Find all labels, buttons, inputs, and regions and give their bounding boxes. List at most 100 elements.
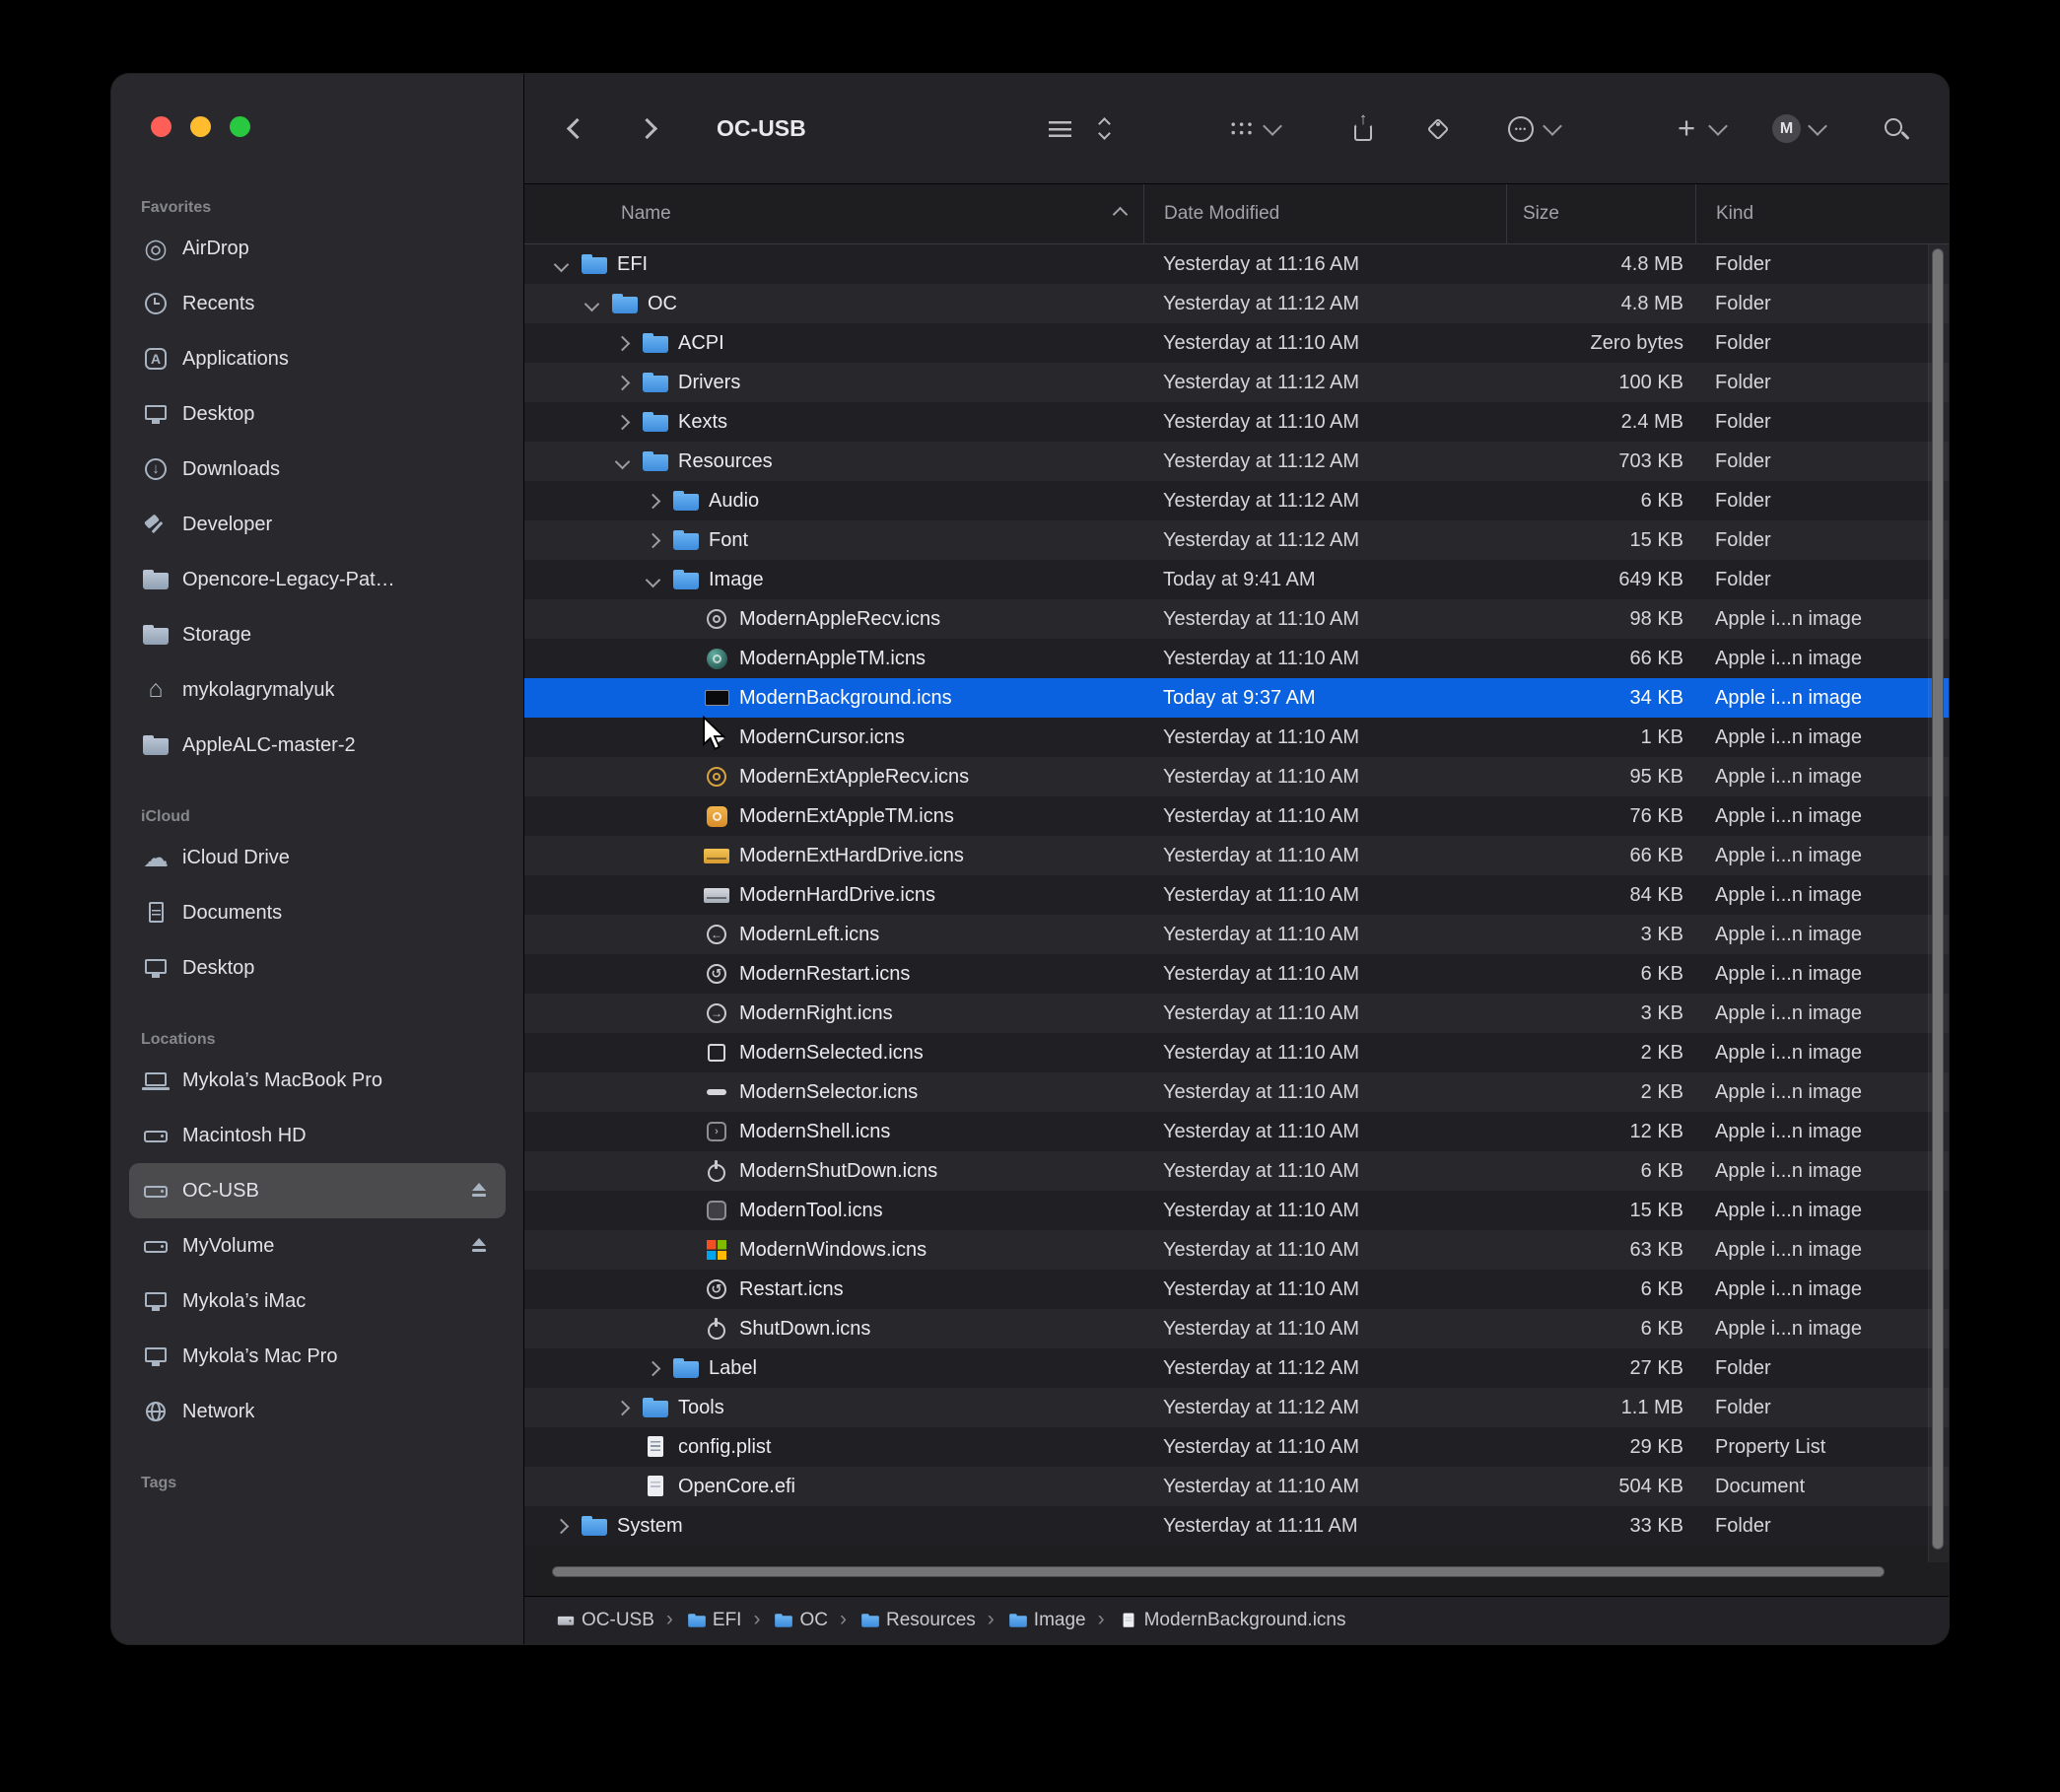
file-row-modernappletm-icns[interactable]: ModernAppleTM.icnsYesterday at 11:10 AM6… — [524, 639, 1949, 678]
file-row-modernbackground-icns[interactable]: ModernBackground.icnsToday at 9:37 AM34 … — [524, 678, 1949, 718]
file-row-modernright-icns[interactable]: ModernRight.icnsYesterday at 11:10 AM3 K… — [524, 994, 1949, 1033]
file-row-modernleft-icns[interactable]: ModernLeft.icnsYesterday at 11:10 AM3 KB… — [524, 915, 1949, 954]
disclosure-closed-icon[interactable] — [640, 488, 665, 514]
eject-icon[interactable] — [464, 1176, 494, 1206]
sidebar-item-oc-usb[interactable]: OC-USB — [129, 1163, 506, 1218]
back-button[interactable] — [560, 74, 589, 183]
file-row-modernharddrive-icns[interactable]: ModernHardDrive.icnsYesterday at 11:10 A… — [524, 875, 1949, 915]
column-header-kind[interactable]: Kind — [1695, 184, 1949, 243]
file-row-shutdown-icns[interactable]: ShutDown.icnsYesterday at 11:10 AM6 KBAp… — [524, 1309, 1949, 1348]
disclosure-open-icon[interactable] — [640, 567, 665, 592]
path-item-efi[interactable]: EFI — [685, 1606, 742, 1635]
file-row-modernapplerecv-icns[interactable]: ModernAppleRecv.icnsYesterday at 11:10 A… — [524, 599, 1949, 639]
account-button[interactable]: M — [1772, 74, 1824, 183]
sidebar-item-label: Opencore-Legacy-Pat… — [182, 569, 395, 591]
file-row-drivers[interactable]: DriversYesterday at 11:12 AM100 KBFolder — [524, 363, 1949, 402]
sidebar-item-documents[interactable]: Documents — [129, 885, 506, 940]
new-item-button[interactable] — [1672, 74, 1725, 183]
sidebar-item-icloud-drive[interactable]: iCloud Drive — [129, 830, 506, 885]
close-button[interactable] — [151, 116, 172, 137]
file-row-label[interactable]: LabelYesterday at 11:12 AM27 KBFolder — [524, 1348, 1949, 1388]
sidebar-item-applications[interactable]: Applications — [129, 331, 506, 386]
sidebar-item-mykola-s-macbook-pro[interactable]: Mykola’s MacBook Pro — [129, 1053, 506, 1108]
file-row-modernrestart-icns[interactable]: ModernRestart.icnsYesterday at 11:10 AM6… — [524, 954, 1949, 994]
file-row-oc[interactable]: OCYesterday at 11:12 AM4.8 MBFolder — [524, 284, 1949, 323]
minimize-button[interactable] — [190, 116, 211, 137]
disclosure-closed-icon[interactable] — [609, 330, 635, 356]
horizontal-scrollbar-thumb[interactable] — [552, 1566, 1885, 1577]
disclosure-closed-icon[interactable] — [640, 1355, 665, 1381]
file-row-modernextharddrive-icns[interactable]: ModernExtHardDrive.icnsYesterday at 11:1… — [524, 836, 1949, 875]
path-item-oc-usb[interactable]: OC-USB — [554, 1606, 654, 1635]
zoom-button[interactable] — [230, 116, 250, 137]
column-header-date-modified[interactable]: Date Modified — [1143, 184, 1506, 243]
file-row-efi[interactable]: EFIYesterday at 11:16 AM4.8 MBFolder — [524, 244, 1949, 284]
more-options-button[interactable] — [1506, 74, 1559, 183]
forward-button[interactable] — [635, 74, 664, 183]
disclosure-closed-icon[interactable] — [609, 1395, 635, 1420]
disclosure-closed-icon[interactable] — [548, 1513, 574, 1539]
eject-icon[interactable] — [464, 1231, 494, 1261]
file-row-font[interactable]: FontYesterday at 11:12 AM15 KBFolder — [524, 520, 1949, 560]
sidebar-item-recents[interactable]: Recents — [129, 276, 506, 331]
sidebar-item-desktop[interactable]: Desktop — [129, 386, 506, 442]
path-item-image[interactable]: Image — [1006, 1606, 1086, 1635]
file-row-kexts[interactable]: KextsYesterday at 11:10 AM2.4 MBFolder — [524, 402, 1949, 442]
column-header-size[interactable]: Size — [1506, 184, 1695, 243]
sidebar-item-desktop[interactable]: Desktop — [129, 940, 506, 996]
sidebar-item-network[interactable]: Network — [129, 1384, 506, 1439]
file-row-moderntool-icns[interactable]: ModernTool.icnsYesterday at 11:10 AM15 K… — [524, 1191, 1949, 1230]
folder-icon — [860, 1611, 880, 1630]
search-button[interactable] — [1881, 74, 1910, 183]
vertical-scrollbar-thumb[interactable] — [1932, 248, 1944, 1550]
sidebar-item-mykola-s-mac-pro[interactable]: Mykola’s Mac Pro — [129, 1329, 506, 1384]
sidebar-item-mykolagrymalyuk[interactable]: mykolagrymalyuk — [129, 662, 506, 718]
horizontal-scrollbar[interactable] — [524, 1564, 1929, 1580]
file-row-modernwindows-icns[interactable]: ModernWindows.icnsYesterday at 11:10 AM6… — [524, 1230, 1949, 1270]
file-row-moderncursor-icns[interactable]: ModernCursor.icnsYesterday at 11:10 AM1 … — [524, 718, 1949, 757]
file-row-resources[interactable]: ResourcesYesterday at 11:12 AM703 KBFold… — [524, 442, 1949, 481]
sidebar-item-storage[interactable]: Storage — [129, 607, 506, 662]
disclosure-spacer — [670, 646, 696, 671]
disclosure-open-icon[interactable] — [579, 291, 604, 316]
sidebar-item-developer[interactable]: Developer — [129, 497, 506, 552]
file-row-modernshell-icns[interactable]: ModernShell.icnsYesterday at 11:10 AM12 … — [524, 1112, 1949, 1151]
file-row-image[interactable]: ImageToday at 9:41 AM649 KBFolder — [524, 560, 1949, 599]
sidebar-item-myvolume[interactable]: MyVolume — [129, 1218, 506, 1274]
sidebar-item-downloads[interactable]: Downloads — [129, 442, 506, 497]
path-item-resources[interactable]: Resources — [858, 1606, 976, 1635]
group-by-button[interactable] — [1226, 74, 1279, 183]
file-row-audio[interactable]: AudioYesterday at 11:12 AM6 KBFolder — [524, 481, 1949, 520]
file-row-tools[interactable]: ToolsYesterday at 11:12 AM1.1 MBFolder — [524, 1388, 1949, 1427]
file-row-modernselected-icns[interactable]: ModernSelected.icnsYesterday at 11:10 AM… — [524, 1033, 1949, 1072]
file-kind: Folder — [1695, 372, 1949, 394]
tags-button[interactable] — [1423, 74, 1453, 183]
file-row-config-plist[interactable]: config.plistYesterday at 11:10 AM29 KBPr… — [524, 1427, 1949, 1467]
disclosure-open-icon[interactable] — [609, 448, 635, 474]
file-name: Kexts — [678, 411, 727, 434]
disclosure-closed-icon[interactable] — [640, 527, 665, 553]
disclosure-open-icon[interactable] — [548, 251, 574, 277]
share-button[interactable] — [1348, 74, 1378, 183]
file-row-system[interactable]: SystemYesterday at 11:11 AM33 KBFolder — [524, 1506, 1949, 1546]
path-item-oc[interactable]: OC — [772, 1606, 828, 1635]
sidebar-item-opencore-legacy-pat[interactable]: Opencore-Legacy-Pat… — [129, 552, 506, 607]
view-mode-button[interactable] — [1045, 74, 1120, 183]
sidebar-item-airdrop[interactable]: AirDrop — [129, 221, 506, 276]
sidebar-item-applealc-master-2[interactable]: AppleALC-master-2 — [129, 718, 506, 773]
file-row-acpi[interactable]: ACPIYesterday at 11:10 AMZero bytesFolde… — [524, 323, 1949, 363]
sidebar-item-macintosh-hd[interactable]: Macintosh HD — [129, 1108, 506, 1163]
column-header-name[interactable]: Name — [524, 184, 1143, 243]
file-kind: Folder — [1695, 450, 1949, 473]
vertical-scrollbar[interactable] — [1928, 244, 1949, 1562]
file-row-modernselector-icns[interactable]: ModernSelector.icnsYesterday at 11:10 AM… — [524, 1072, 1949, 1112]
path-item-modernbackground-icns[interactable]: ModernBackground.icns — [1117, 1606, 1346, 1635]
file-row-modernextapplerecv-icns[interactable]: ModernExtAppleRecv.icnsYesterday at 11:1… — [524, 757, 1949, 796]
file-row-restart-icns[interactable]: Restart.icnsYesterday at 11:10 AM6 KBApp… — [524, 1270, 1949, 1309]
file-row-modernextappletm-icns[interactable]: ModernExtAppleTM.icnsYesterday at 11:10 … — [524, 796, 1949, 836]
disclosure-closed-icon[interactable] — [609, 370, 635, 395]
file-row-opencore-efi[interactable]: OpenCore.efiYesterday at 11:10 AM504 KBD… — [524, 1467, 1949, 1506]
file-row-modernshutdown-icns[interactable]: ModernShutDown.icnsYesterday at 11:10 AM… — [524, 1151, 1949, 1191]
disclosure-closed-icon[interactable] — [609, 409, 635, 435]
sidebar-item-mykola-s-imac[interactable]: Mykola’s iMac — [129, 1274, 506, 1329]
